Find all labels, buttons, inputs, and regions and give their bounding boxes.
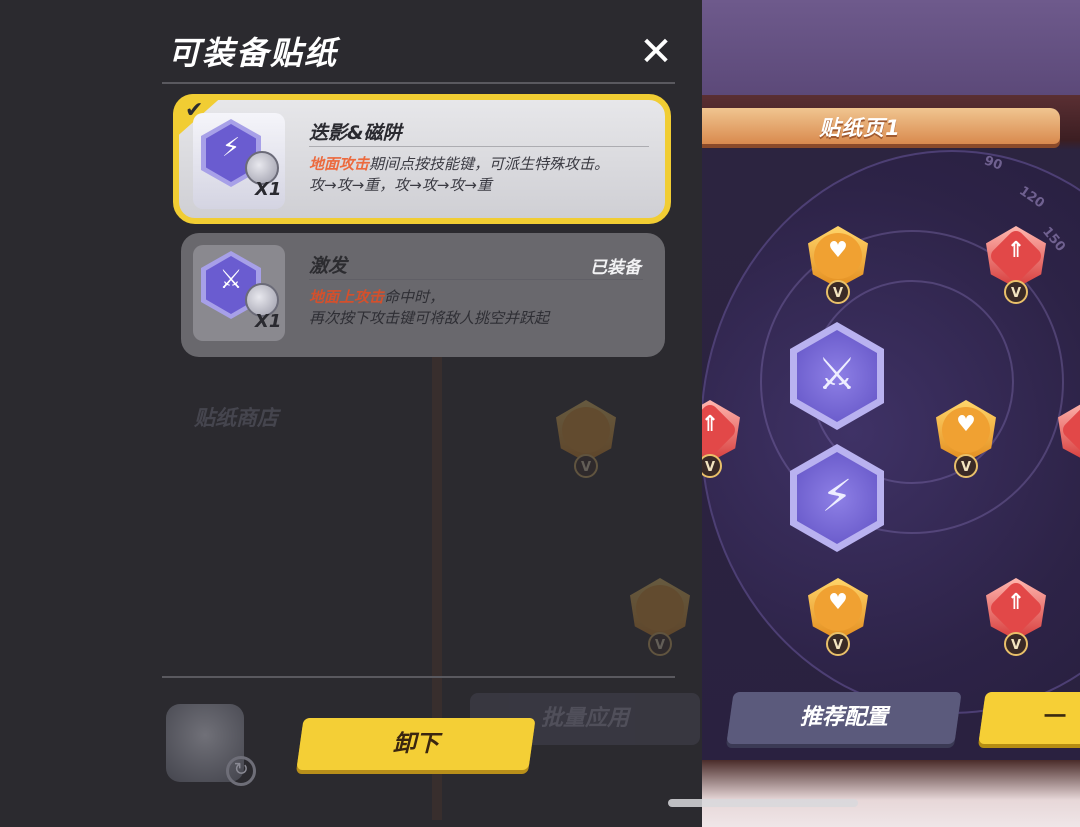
sticker-page-title[interactable]: 贴纸页1 [800, 112, 920, 142]
sticker-name: 激发 [309, 255, 348, 277]
close-icon[interactable]: ✕ [636, 32, 676, 72]
up-arrows-icon: ⇑ [1006, 238, 1026, 263]
desc-highlight: 地面攻击 [309, 155, 370, 173]
sticker-slot-red[interactable]: ⇑ V [700, 398, 746, 478]
sticker-description: 地面上攻击命中时， 再次按下攻击键可将敌人挑空并跃起 [309, 287, 549, 329]
sticker-thumbnail: ⚡ X1 [193, 113, 285, 209]
unequip-button[interactable]: 卸下 [296, 718, 536, 770]
up-arrows-icon: ⇑ [1058, 412, 1080, 437]
swap-icon[interactable]: ↻ [226, 756, 256, 786]
recommend-config-button[interactable]: 推荐配置 [726, 692, 962, 744]
sticker-slot-gold[interactable]: ♥ V [930, 398, 1002, 478]
up-arrows-icon: ⇑ [700, 412, 720, 437]
desc-text: 期间点按技能键，可派生特殊攻击。 [369, 155, 610, 173]
background-sticker: V [550, 398, 622, 478]
equipped-badge: 已装备 [590, 258, 641, 278]
desc-highlight: 地面上攻击 [309, 288, 385, 306]
desc-line2: 再次按下攻击键可将敌人挑空并跃起 [309, 309, 550, 327]
sticker-card-equipped[interactable]: ⚔ X1 激发 已装备 地面上攻击命中时， 再次按下攻击键可将敌人挑空并跃起 [181, 233, 665, 357]
slash-icon: ⚡ [821, 471, 853, 522]
level-badge: V [826, 632, 850, 656]
panel-title: 可装备贴纸 [168, 34, 339, 72]
card-divider [309, 279, 643, 280]
one-key-button[interactable]: 一 [978, 692, 1080, 744]
level-badge: V [954, 454, 978, 478]
sticker-quantity: X1 [255, 311, 282, 332]
sticker-board: 90 120 150 贴纸页1 ⚔ ⚡ ♥ V ♥ V ♥ V ⇑ V ⇑ V … [700, 0, 1080, 827]
up-arrows-icon: ⇑ [1006, 590, 1026, 615]
heart-arrow-icon: ♥ [828, 590, 848, 615]
sticker-slot-gold[interactable]: ♥ V [802, 576, 874, 656]
level-badge: V [574, 454, 598, 478]
sticker-card-selected[interactable]: ✔ ⚡ X1 迭影&磁阱 地面攻击期间点按技能键，可派生特殊攻击。 攻→攻→重，… [173, 94, 671, 224]
sticker-slot-red[interactable]: ⇑ V [980, 576, 1052, 656]
card-divider [309, 146, 649, 147]
heart-arrow-icon: ♥ [828, 238, 848, 263]
sticker-quantity: X1 [255, 179, 282, 200]
blade-icon: ⚔ [817, 349, 857, 400]
desc-line2: 攻→攻→重，攻→攻→攻→重 [309, 176, 492, 194]
level-badge: V [648, 632, 672, 656]
header-divider [162, 82, 675, 84]
footer-divider [162, 676, 675, 678]
sticker-name: 迭影&磁阱 [309, 122, 402, 144]
sticker-slot-red[interactable]: ⇑ V [980, 224, 1052, 304]
one-key-label: 一 [1044, 705, 1067, 730]
sticker-description: 地面攻击期间点按技能键，可派生特殊攻击。 攻→攻→重，攻→攻→攻→重 [309, 154, 609, 196]
recommend-config-label: 推荐配置 [799, 705, 888, 730]
unequip-label: 卸下 [393, 731, 439, 757]
level-badge: V [1004, 632, 1028, 656]
sticker-shop-label: 贴纸商店 [194, 406, 278, 430]
heart-arrow-icon: ♥ [956, 412, 976, 437]
background-sticker: V [624, 576, 696, 656]
level-badge: V [826, 280, 850, 304]
home-indicator [668, 799, 858, 807]
level-badge: V [1004, 280, 1028, 304]
sticker-slot-red[interactable]: ⇑ [1052, 398, 1080, 470]
sticker-slot-gold[interactable]: ♥ V [802, 224, 874, 304]
sticker-thumbnail: ⚔ X1 [193, 245, 285, 341]
desc-text: 命中时， [384, 288, 445, 306]
